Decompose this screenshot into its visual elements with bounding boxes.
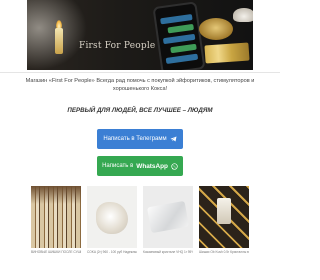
- product-photo-subject: [96, 202, 128, 234]
- chat-bubble: [165, 53, 199, 64]
- telegram-button-label: Написать в Телеграмм: [103, 136, 167, 142]
- product-caption[interactable]: Кокаиновый кристалл VHQ 1г 95% чистоты: [143, 250, 193, 254]
- phone-illustration: [152, 1, 206, 70]
- product-card[interactable]: COKA (2г) 960 - 100 руб Надежный Кокс!: [87, 186, 137, 254]
- chat-bubble: [167, 23, 195, 34]
- candle-icon: [55, 28, 63, 54]
- product-caption[interactable]: COKA (2г) 960 - 100 руб Надежный Кокс!: [87, 250, 137, 254]
- product-image[interactable]: [199, 186, 249, 248]
- whatsapp-button-name: WhatsApp: [136, 162, 168, 170]
- whatsapp-contact-button[interactable]: Написать в WhatsApp: [97, 156, 183, 176]
- powder-pile-decoration: [233, 8, 253, 22]
- gold-cards-decoration: [204, 42, 250, 64]
- chat-bubble: [160, 13, 193, 25]
- gold-bowl-decoration: [199, 18, 233, 40]
- product-caption[interactable]: Шишки Ob Kush 0.5г Кристаллы высшего кач…: [199, 250, 249, 254]
- shop-slogan: ПЕРВЫЙ ДЛЯ ЛЮДЕЙ, ВСЕ ЛУЧШЕЕ – ЛЮДЯМ: [67, 107, 213, 114]
- chat-bubble: [162, 33, 196, 45]
- banner-brand-text: First For People: [79, 41, 156, 51]
- section-divider: [0, 72, 280, 73]
- shop-description: Магазин «First For People» Всегда рад по…: [25, 78, 255, 92]
- telegram-icon: [170, 136, 177, 142]
- product-caption[interactable]: ВИНОВЫЕ ШИШКИ ПОСЛЕ СУШКИ (ОСКАР) 0.5 гр…: [31, 250, 81, 254]
- whatsapp-button-prefix: Написать в: [102, 163, 134, 169]
- product-card[interactable]: Шишки Ob Kush 0.5г Кристаллы высшего кач…: [199, 186, 249, 254]
- product-image[interactable]: [143, 186, 193, 248]
- telegram-contact-button[interactable]: Написать в Телеграмм: [97, 129, 183, 149]
- product-card[interactable]: Кокаиновый кристалл VHQ 1г 95% чистоты: [143, 186, 193, 254]
- product-photo-subject: [147, 200, 189, 234]
- product-card[interactable]: ВИНОВЫЕ ШИШКИ ПОСЛЕ СУШКИ (ОСКАР) 0.5 гр…: [31, 186, 81, 254]
- product-photo-subject: [217, 198, 231, 224]
- whatsapp-icon: [171, 162, 178, 170]
- chat-bubble: [170, 43, 197, 54]
- hero-banner: First For People: [27, 0, 253, 70]
- product-image[interactable]: [87, 186, 137, 248]
- product-image[interactable]: [31, 186, 81, 248]
